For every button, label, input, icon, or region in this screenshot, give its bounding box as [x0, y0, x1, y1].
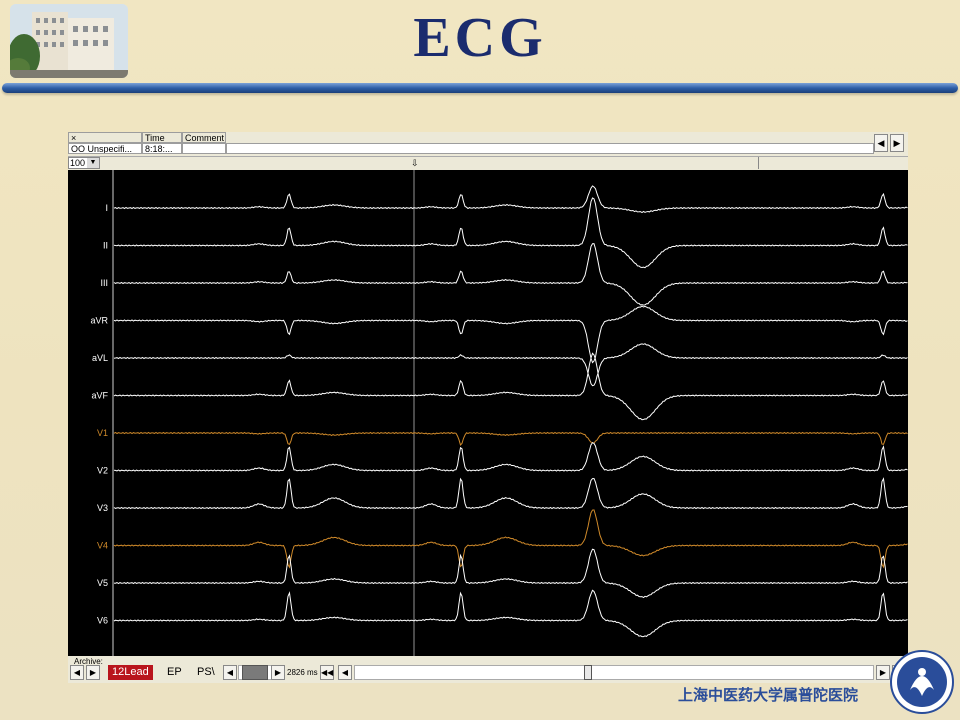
lead-label-v6: V6: [97, 616, 108, 626]
ecg-trace-v4: [113, 509, 908, 569]
ecg-trace-avr: [113, 305, 908, 364]
tab-scroll-left-button[interactable]: ◀: [70, 665, 84, 680]
footer-toolbar: Archive: ◀ ▶ 12Lead EP PS\ ◀ ▶ 2826 ms ◀…: [68, 656, 908, 683]
lead-label-v2: V2: [97, 466, 108, 476]
hospital-name: 上海中医药大学属普陀医院: [678, 686, 859, 704]
tab-12lead[interactable]: 12Lead: [108, 665, 153, 680]
event-type-cell[interactable]: OO Unspecifi...: [68, 143, 142, 154]
step-back-button[interactable]: ◀: [338, 665, 352, 680]
title-divider: [2, 83, 958, 93]
event-time-cell[interactable]: 8:18:...: [142, 143, 182, 154]
timeline-thumb[interactable]: [242, 665, 268, 680]
zoom-select[interactable]: 100 ▼: [68, 157, 100, 169]
ecg-trace-avl: [113, 343, 908, 387]
slide-title: ECG: [413, 7, 547, 69]
lead-label-v3: V3: [97, 503, 108, 513]
ecg-trace-i: [113, 185, 908, 214]
ecg-trace-v2: [113, 442, 908, 472]
rewind-button[interactable]: ◀◀: [320, 665, 334, 680]
ecg-trace-avf: [113, 352, 908, 421]
zoom-toolbar: 100 ▼ ⇩: [68, 156, 908, 170]
tab-scroll-right-button[interactable]: ▶: [86, 665, 100, 680]
timeline-right-button[interactable]: ▶: [271, 665, 285, 680]
time-column-header[interactable]: Time: [142, 132, 182, 143]
ecg-trace-panel[interactable]: I II III aVR aVL aVF V1 V2 V3 V4 V5 V6: [68, 170, 908, 656]
tab-ps[interactable]: PS\: [193, 665, 219, 680]
lead-label-avr: aVR: [90, 316, 108, 326]
ecg-trace-v3: [113, 477, 908, 510]
lead-label-i: I: [105, 203, 108, 213]
tab-ep[interactable]: EP: [163, 665, 186, 680]
lead-label-v1: V1: [97, 428, 108, 438]
lead-label-ii: II: [103, 241, 108, 251]
ecg-trace-v1: [113, 431, 908, 446]
cursor-marker-icon[interactable]: ⇩: [411, 158, 419, 169]
ecg-traces: IIIIIIaVRaVLaVFV1V2V3V4V5V6: [90, 170, 908, 656]
lead-label-iii: III: [100, 278, 108, 288]
close-icon[interactable]: ×: [71, 133, 76, 142]
ecg-trace-v5: [113, 548, 908, 599]
header-scroll-left-button[interactable]: ◀: [874, 134, 888, 152]
tab-list-left-button[interactable]: ◀: [223, 665, 237, 680]
header-scroll-right-button[interactable]: ▶: [890, 134, 904, 152]
step-forward-button[interactable]: ▶: [876, 665, 890, 680]
ecg-trace-v6: [113, 589, 908, 638]
lead-label-v4: V4: [97, 541, 108, 551]
record-scrollbar-thumb[interactable]: [584, 665, 592, 680]
toolbar-divider: [758, 157, 759, 169]
lead-label-avf: aVF: [91, 391, 108, 401]
record-scrollbar-track[interactable]: [354, 665, 874, 680]
event-comment-cell[interactable]: [182, 143, 226, 154]
lead-label-v5: V5: [97, 578, 108, 588]
ecg-viewer-window: × Time Comment OO Unspecifi... 8:18:... …: [68, 132, 908, 683]
event-header: × Time Comment OO Unspecifi... 8:18:... …: [68, 132, 908, 156]
lead-label-avl: aVL: [92, 353, 108, 363]
hospital-logo: [890, 650, 954, 714]
ecg-trace-iii: [113, 243, 908, 306]
duration-readout: 2826 ms: [287, 668, 318, 677]
comment-column-header[interactable]: Comment: [182, 132, 226, 143]
comment-fill: [226, 143, 874, 154]
chevron-down-icon[interactable]: ▼: [87, 158, 99, 168]
zoom-value: 100: [70, 158, 86, 168]
header-close-cell[interactable]: ×: [68, 132, 142, 143]
